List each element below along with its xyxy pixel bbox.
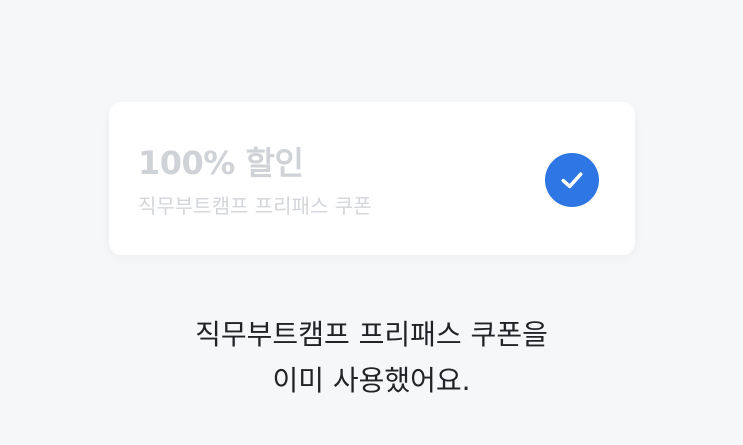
check-icon: [561, 172, 583, 189]
message-line-1: 직무부트캠프 프리패스 쿠폰을: [195, 318, 548, 351]
used-coupon-message: 직무부트캠프 프리패스 쿠폰을 이미 사용했어요.: [0, 312, 743, 404]
coupon-name: 직무부트캠프 프리패스 쿠폰: [138, 194, 372, 218]
message-line-2: 이미 사용했어요.: [272, 364, 471, 397]
coupon-card: 100% 할인 직무부트캠프 프리패스 쿠폰: [109, 102, 635, 255]
coupon-selected-badge: [545, 153, 599, 207]
coupon-discount-title: 100% 할인: [138, 144, 304, 182]
